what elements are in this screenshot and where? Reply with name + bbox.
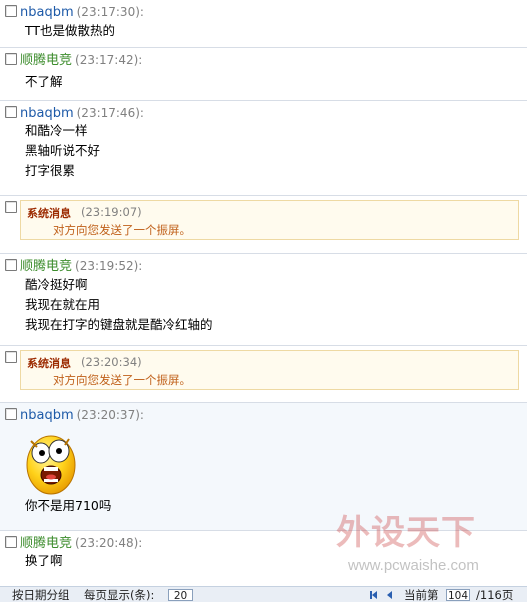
message-time: (23:19:52): (75, 259, 143, 273)
system-message-box: 系统消息 (23:19:07) 对方向您发送了一个振屏。 (20, 200, 519, 240)
message-time: (23:17:42): (75, 53, 143, 67)
message-text: 打字很累 (25, 163, 76, 178)
message-text: 黑轴听说不好 (25, 143, 101, 158)
total-pages-label: /116页 (476, 588, 514, 602)
select-checkbox[interactable] (5, 106, 17, 118)
sender-name: nbaqbm (20, 408, 74, 423)
current-page-input[interactable]: 104 (446, 589, 470, 602)
message-time: (23:20:34) (81, 355, 142, 369)
message-item: 顺腾电竞 (23:17:42): 不了解 (0, 48, 527, 101)
group-by-date-link[interactable]: 按日期分组 (12, 588, 70, 602)
message-time: (23:19:07) (81, 205, 142, 219)
per-page-input[interactable]: 20 (168, 589, 193, 602)
sender-name: 顺腾电竞 (20, 536, 73, 551)
message-text: 不了解 (25, 74, 63, 89)
system-message-item: 系统消息 (23:20:34) 对方向您发送了一个振屏。 (0, 346, 527, 403)
message-text: 你不是用710吗 (25, 498, 112, 513)
select-checkbox[interactable] (5, 536, 17, 548)
first-page-icon[interactable] (372, 591, 377, 599)
message-text: 酷冷挺好啊 (25, 277, 88, 292)
sender-name: 顺腾电竞 (20, 53, 73, 68)
select-checkbox[interactable] (5, 201, 17, 213)
system-message-title: 系统消息 (27, 357, 71, 370)
message-text: 我现在就在用 (25, 297, 101, 312)
message-item: nbaqbm (23:20:37): 你不是用710吗 (0, 403, 527, 531)
message-time: (23:20:48): (75, 536, 143, 550)
select-checkbox[interactable] (5, 53, 17, 65)
pagination-bar: 按日期分组 每页显示(条): 20 当前第 104 /116页 (0, 586, 527, 602)
message-item: 顺腾电竞 (23:20:48): 换了啊 (0, 531, 527, 586)
sender-name: nbaqbm (20, 5, 74, 20)
system-message-text: 对方向您发送了一个振屏。 (53, 223, 191, 237)
select-checkbox[interactable] (5, 259, 17, 271)
message-time: (23:20:37): (76, 408, 144, 422)
sender-name: nbaqbm (20, 106, 74, 121)
sender-name: 顺腾电竞 (20, 259, 73, 274)
system-message-title: 系统消息 (27, 207, 71, 220)
system-message-text: 对方向您发送了一个振屏。 (53, 373, 191, 387)
chat-history: nbaqbm (23:17:30): TT也是做散热的 顺腾电竞 (23:17:42… (0, 0, 527, 586)
message-text: 我现在打字的键盘就是酷冷红轴的 (25, 317, 213, 332)
first-page-bar-icon (370, 591, 372, 599)
select-checkbox[interactable] (5, 351, 17, 363)
current-page-label: 当前第 (404, 588, 439, 602)
message-item: 顺腾电竞 (23:19:52): 酷冷挺好啊 我现在就在用 我现在打字的键盘就是酷… (0, 254, 527, 346)
message-text: 和酷冷一样 (25, 123, 88, 138)
message-item: nbaqbm (23:17:46): 和酷冷一样 黑轴听说不好 打字很累 (0, 101, 527, 196)
prev-page-icon[interactable] (387, 591, 392, 599)
shocked-face-icon (25, 431, 77, 497)
per-page-label: 每页显示(条): (84, 588, 155, 602)
select-checkbox[interactable] (5, 408, 17, 420)
message-text: TT也是做散热的 (25, 23, 116, 38)
message-text: 换了啊 (25, 553, 63, 568)
message-item: nbaqbm (23:17:30): TT也是做散热的 (0, 0, 527, 48)
message-time: (23:17:46): (76, 106, 144, 120)
system-message-box: 系统消息 (23:20:34) 对方向您发送了一个振屏。 (20, 350, 519, 390)
select-checkbox[interactable] (5, 5, 17, 17)
system-message-item: 系统消息 (23:19:07) 对方向您发送了一个振屏。 (0, 196, 527, 254)
message-time: (23:17:30): (76, 5, 144, 19)
